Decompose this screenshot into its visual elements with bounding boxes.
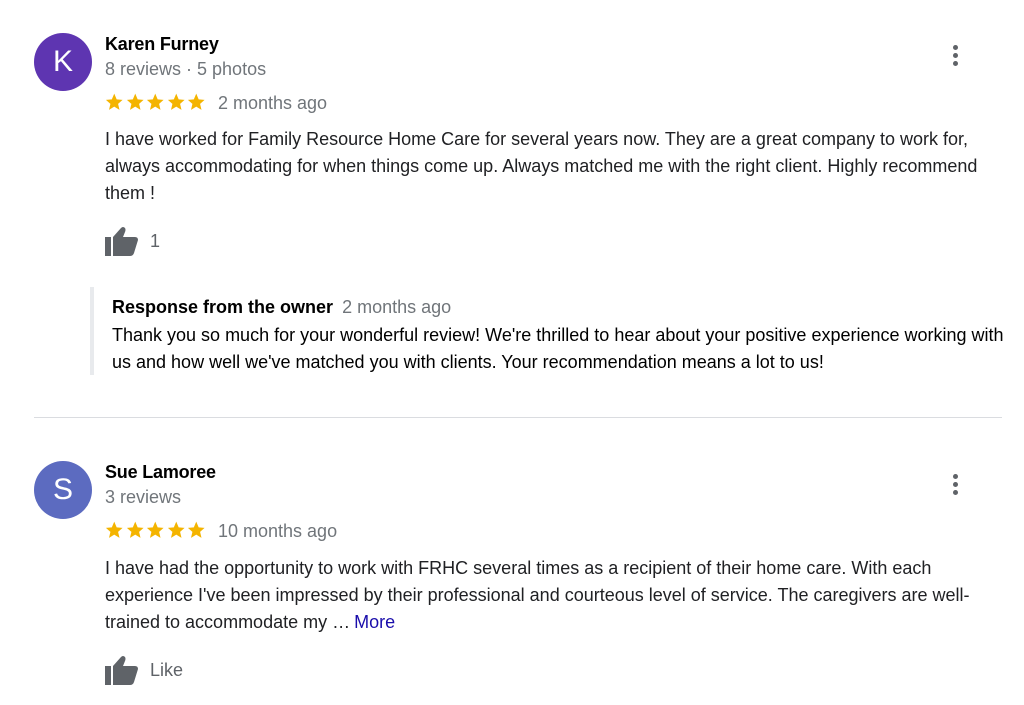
like-button[interactable]: Like (104, 653, 183, 687)
review-time: 10 months ago (218, 521, 338, 541)
reviewer-name[interactable]: Sue Lamoree (105, 462, 216, 483)
avatar[interactable]: S (34, 461, 92, 519)
more-options-icon[interactable] (944, 471, 966, 499)
like-button[interactable]: 1 (104, 224, 160, 258)
star-icon (146, 521, 164, 538)
star-icon (187, 93, 205, 110)
star-rating (104, 520, 207, 542)
like-label: Like (150, 659, 184, 680)
star-icon (105, 93, 123, 110)
star-icon (167, 93, 185, 110)
reviewer-meta: 3 reviews (105, 487, 182, 507)
divider (34, 417, 1002, 418)
owner-response-text: Thank you so much for your wonderful rev… (112, 325, 1004, 372)
review-text-container: I have had the opportunity to work with … (105, 555, 1005, 636)
reviewer-name[interactable]: Karen Furney (105, 34, 219, 55)
review-text: I have had the opportunity to work with … (105, 558, 970, 632)
thumbs-up-icon (105, 656, 138, 685)
star-icon (126, 521, 144, 538)
owner-response: Response from the owner 2 months ago Tha… (90, 287, 1014, 375)
owner-response-time: 2 months ago (342, 297, 452, 317)
review-text: I have worked for Family Resource Home C… (105, 129, 978, 203)
owner-response-header: Response from the owner 2 months ago (112, 297, 451, 318)
more-link[interactable]: More (354, 612, 395, 632)
more-options-icon[interactable] (944, 42, 966, 70)
star-icon (146, 93, 164, 110)
star-icon (105, 521, 123, 538)
like-count: 1 (150, 230, 161, 251)
thumbs-up-icon (105, 227, 138, 256)
reviewer-meta: 8 reviews · 5 photos (105, 59, 267, 79)
star-icon (187, 521, 205, 538)
owner-response-title: Response from the owner (112, 297, 334, 317)
star-icon (126, 93, 144, 110)
star-icon (167, 521, 185, 538)
star-rating (104, 92, 207, 114)
review-time: 2 months ago (218, 93, 328, 113)
avatar[interactable]: K (34, 33, 92, 91)
